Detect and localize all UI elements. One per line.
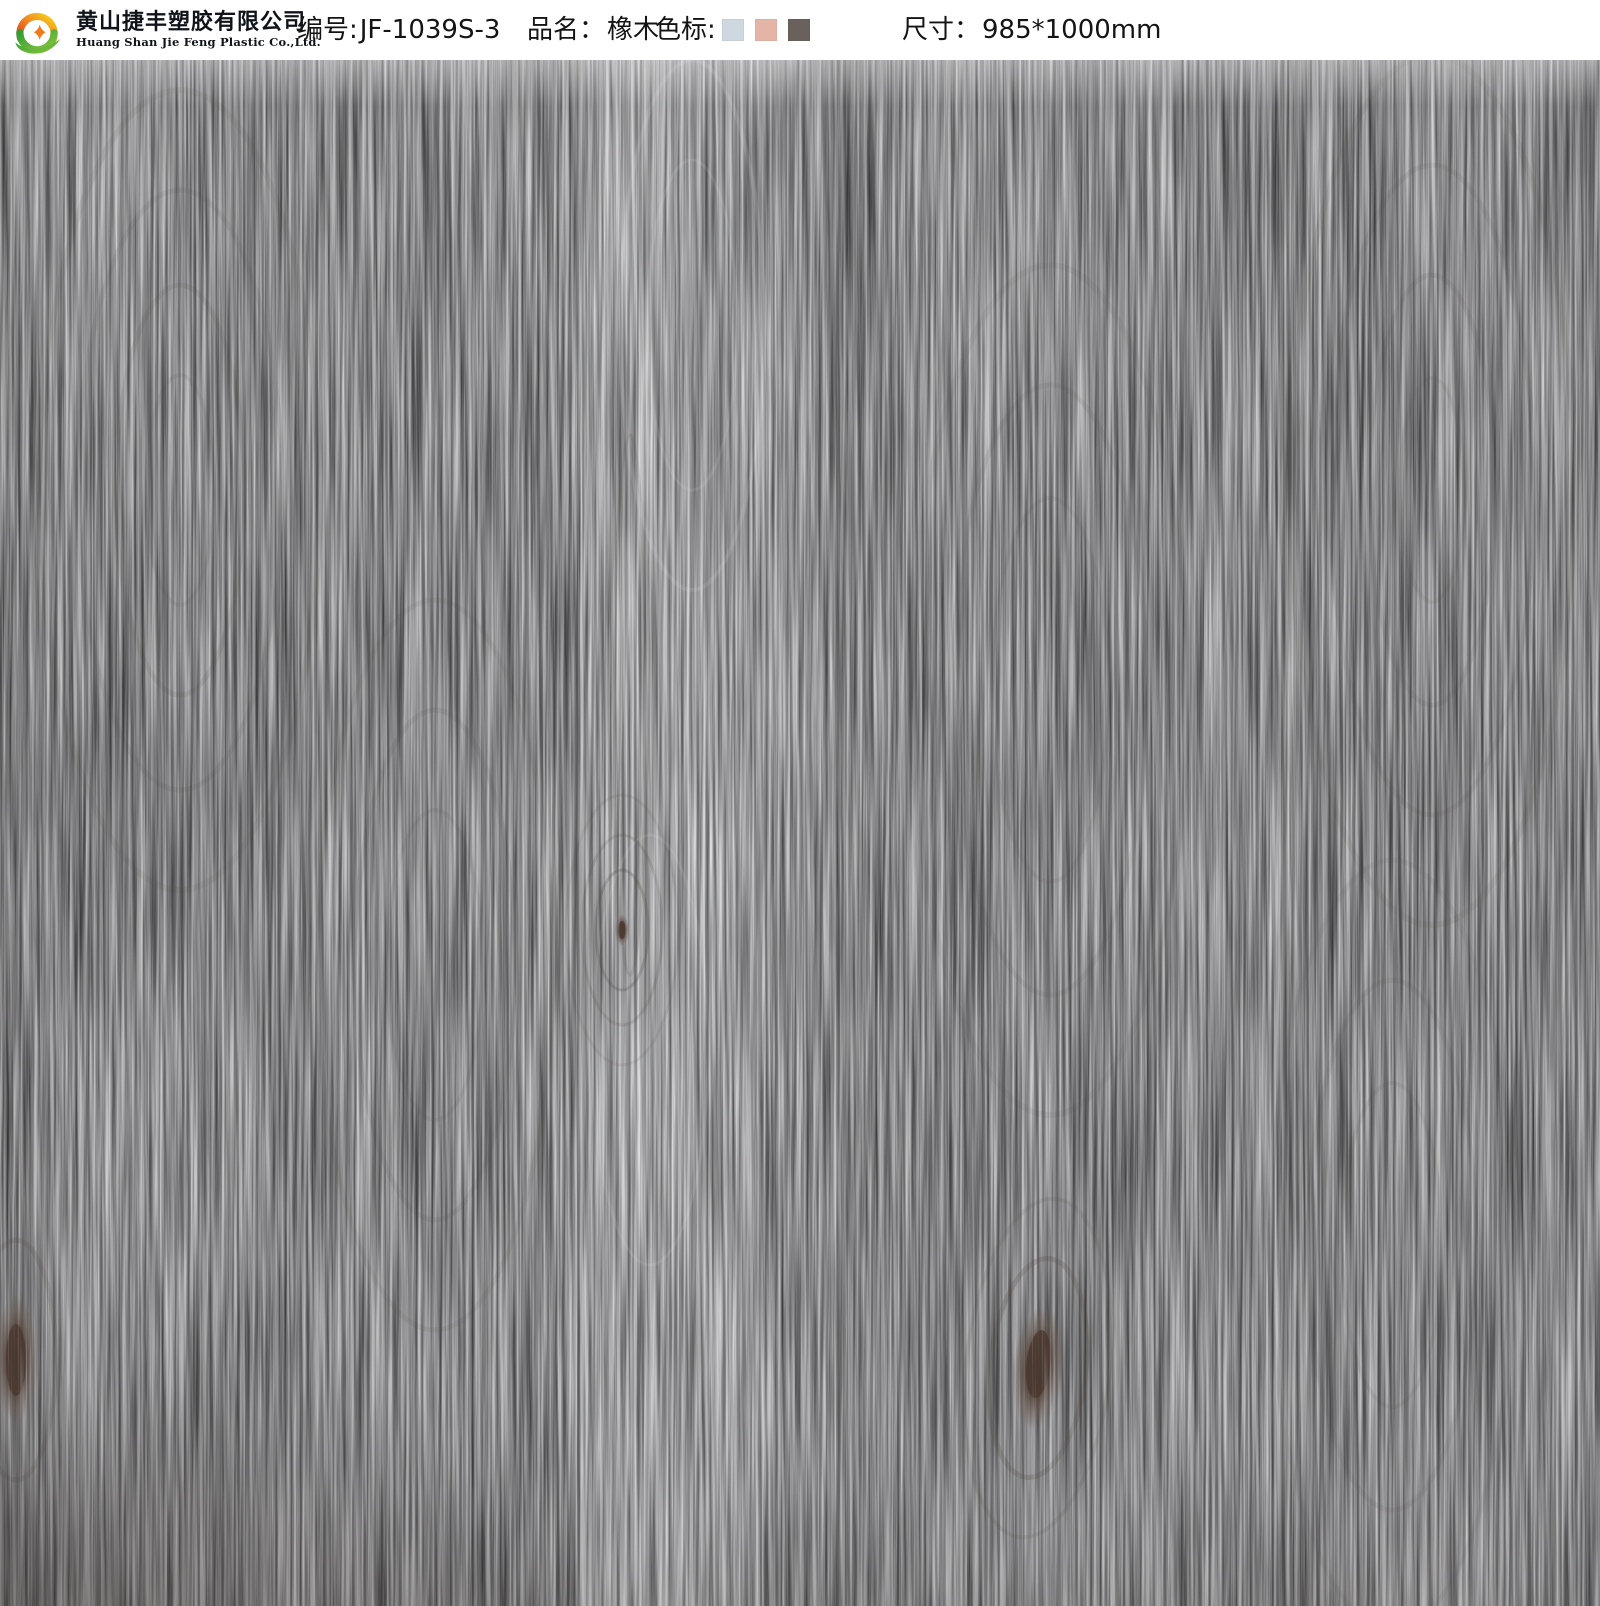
size-value: 985*1000mm: [982, 15, 1161, 45]
size-label: 尺寸：: [902, 15, 980, 45]
product-specimen-page: 黄山捷丰塑胶有限公司 Huang Shan Jie Feng Plastic C…: [0, 0, 1600, 1606]
top-sheen: [0, 60, 1600, 106]
woodgrain-specimen: [0, 60, 1600, 1606]
product-code-value: JF-1039S-3: [360, 15, 501, 45]
logo-star-icon: [34, 25, 46, 40]
product-code-field: 编号:JF-1039S-3: [297, 0, 500, 60]
logo-warm-swirl: [20, 16, 54, 39]
color-swatch-3: [788, 19, 810, 41]
header-bar: 黄山捷丰塑胶有限公司 Huang Shan Jie Feng Plastic C…: [0, 0, 1600, 60]
size-field: 尺寸：985*1000mm: [902, 0, 1161, 60]
color-mark-field: 色标:: [655, 0, 718, 60]
color-swatch-1: [722, 19, 744, 41]
product-name-value: 橡木: [607, 15, 659, 45]
product-code-label: 编号:: [297, 15, 358, 45]
company-name-block: 黄山捷丰塑胶有限公司 Huang Shan Jie Feng Plastic C…: [76, 9, 306, 50]
plank-seam: [577, 60, 580, 1606]
company-logo-icon: [10, 3, 64, 57]
company-name-cn: 黄山捷丰塑胶有限公司: [76, 9, 306, 35]
plank-seam: [836, 60, 839, 1606]
color-mark-label: 色标:: [655, 15, 716, 45]
color-swatches: [722, 19, 810, 41]
product-name-field: 品名：橡木: [527, 0, 659, 60]
product-name-label: 品名：: [527, 15, 605, 45]
color-swatch-2: [755, 19, 777, 41]
plank-seam-highlight: [581, 60, 583, 1606]
woodgrain-texture: [0, 60, 1600, 1606]
company-name-en: Huang Shan Jie Feng Plastic Co.,Ltd.: [76, 35, 306, 50]
plank-seam: [1283, 60, 1285, 1606]
plank-seam: [367, 60, 369, 1606]
